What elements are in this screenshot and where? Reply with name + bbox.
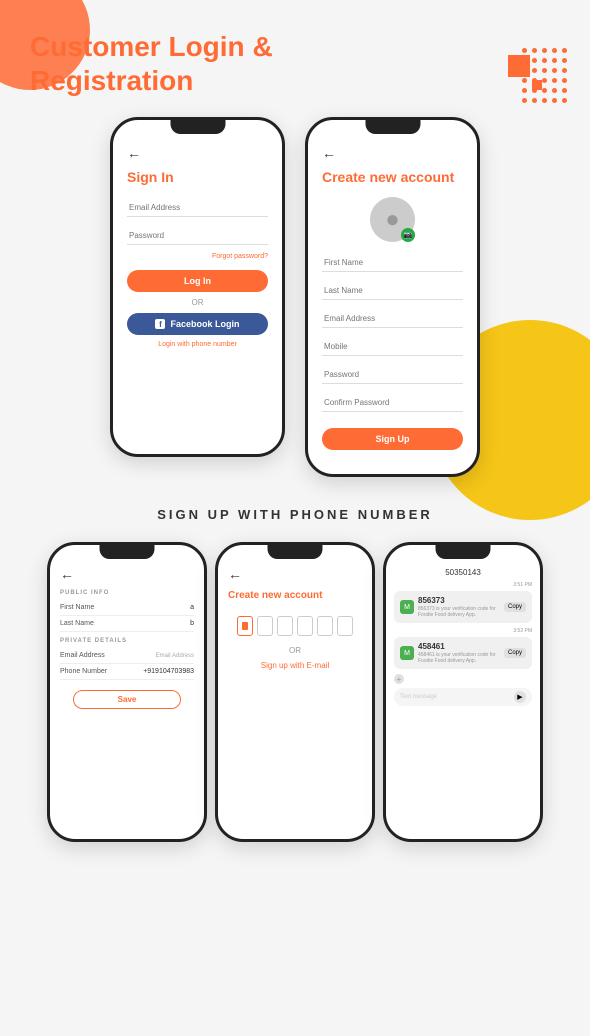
text-input-row[interactable]: Text message ▶ xyxy=(394,688,532,706)
user-icon: ● xyxy=(385,206,400,234)
firstname-label: First Name xyxy=(60,604,94,611)
phone-notch-2 xyxy=(365,120,420,134)
avatar[interactable]: ● 📷 xyxy=(370,197,415,242)
sms-code-2: 458461 xyxy=(418,642,500,651)
firstname-value: a xyxy=(190,604,194,611)
digit-box-5[interactable] xyxy=(317,616,333,636)
phone-signin: ← Sign In Forgot password? Log In OR f F… xyxy=(110,117,285,457)
sms-item-1: M 856373 856373 is your verification cod… xyxy=(394,591,532,623)
sms-code-container-2: 458461 458461 is your verification code … xyxy=(418,642,500,664)
sms-code-1: 856373 xyxy=(418,596,500,605)
email-label-4: Email Address xyxy=(60,652,105,659)
sms-phone-number: 50350143 xyxy=(394,568,532,577)
digit-box-3[interactable] xyxy=(277,616,293,636)
add-icon[interactable]: + xyxy=(394,674,404,684)
phones-row-2: ← PUBLIC INFO First Name a Last Name b P… xyxy=(0,537,590,847)
back-arrow-4[interactable]: ← xyxy=(60,566,194,582)
lastname-value: b xyxy=(190,620,194,627)
private-details-label: PRIVATE DETAILS xyxy=(60,638,194,644)
phone-notch-1 xyxy=(170,120,225,134)
form-row-phone: Phone Number +919104703983 xyxy=(60,664,194,680)
copy-button-2[interactable]: Copy xyxy=(504,648,526,658)
back-arrow-2[interactable]: ← xyxy=(322,145,463,161)
or-divider-1: OR xyxy=(127,298,268,307)
sms-desc-2: 458461 is your verification code for Foo… xyxy=(418,652,500,664)
phone-notch-6 xyxy=(436,545,491,559)
login-button[interactable]: Log In xyxy=(127,270,268,292)
firstname-input[interactable] xyxy=(322,254,463,272)
password-input[interactable] xyxy=(127,227,268,245)
back-arrow-1[interactable]: ← xyxy=(127,145,268,161)
signup-email-link[interactable]: Sign up with E-mail xyxy=(228,661,362,670)
sms-time-2: 3:52 PM xyxy=(394,628,532,634)
copy-button-1[interactable]: Copy xyxy=(504,602,526,612)
or-divider-5: OR xyxy=(228,646,362,655)
header: Customer Login & Registration xyxy=(0,0,590,107)
sms-desc-1: 856373 is your verification code for Foo… xyxy=(418,606,500,618)
email-input[interactable] xyxy=(127,199,268,217)
public-info-label: PUBLIC INFO xyxy=(60,590,194,596)
form-row-lastname: Last Name b xyxy=(60,616,194,632)
phone-digit-boxes xyxy=(228,616,362,636)
phone-login-link[interactable]: Login with phone number xyxy=(127,341,268,348)
section-label: SIGN UP WITH PHONE NUMBER xyxy=(0,487,590,537)
lastname-input[interactable] xyxy=(322,282,463,300)
camera-badge[interactable]: 📷 xyxy=(401,228,415,242)
save-button[interactable]: Save xyxy=(73,690,180,709)
password-register-input[interactable] xyxy=(322,366,463,384)
form-row-email: Email Address Email Address xyxy=(60,648,194,664)
confirm-password-input[interactable] xyxy=(322,394,463,412)
sms-add-row: + xyxy=(394,674,532,684)
phone-screen-5: ← Create new account OR Sign up with E-m… xyxy=(218,545,372,839)
phone-profile: ← PUBLIC INFO First Name a Last Name b P… xyxy=(47,542,207,842)
digit-box-2[interactable] xyxy=(257,616,273,636)
page-title: Customer Login & Registration xyxy=(30,30,290,97)
send-button[interactable]: ▶ xyxy=(514,691,526,703)
text-input-placeholder: Text message xyxy=(400,694,510,700)
phone-phone-signup: ← Create new account OR Sign up with E-m… xyxy=(215,542,375,842)
sms-item-2: M 458461 458461 is your verification cod… xyxy=(394,637,532,669)
sms-code-container-1: 856373 856373 is your verification code … xyxy=(418,596,500,618)
phone-sms: 50350143 3:51 PM M 856373 856373 is your… xyxy=(383,542,543,842)
email-placeholder-4: Email Address xyxy=(156,653,194,659)
digit-box-6[interactable] xyxy=(337,616,353,636)
form-row-firstname: First Name a xyxy=(60,600,194,616)
signin-title: Sign In xyxy=(127,169,268,185)
sms-app-icon-1: M xyxy=(400,600,414,614)
phone-notch-4 xyxy=(100,545,155,559)
facebook-login-button[interactable]: f Facebook Login xyxy=(127,313,268,335)
email-register-input[interactable] xyxy=(322,310,463,328)
lastname-label: Last Name xyxy=(60,620,94,627)
mobile-input[interactable] xyxy=(322,338,463,356)
phone-register: ← Create new account ● 📷 Sign Up xyxy=(305,117,480,477)
signup-button[interactable]: Sign Up xyxy=(322,428,463,450)
phones-row-1: ← Sign In Forgot password? Log In OR f F… xyxy=(0,107,590,487)
phone-screen-4: ← PUBLIC INFO First Name a Last Name b P… xyxy=(50,545,204,839)
phone-screen-1: ← Sign In Forgot password? Log In OR f F… xyxy=(113,120,282,454)
create-account-title-5: Create new account xyxy=(228,590,362,601)
back-arrow-5[interactable]: ← xyxy=(228,566,362,582)
avatar-container: ● 📷 xyxy=(322,197,463,242)
phone-label-4: Phone Number xyxy=(60,668,107,675)
digit-box-1[interactable] xyxy=(237,616,253,636)
sms-time-1: 3:51 PM xyxy=(394,582,532,588)
forgot-password-link[interactable]: Forgot password? xyxy=(127,253,268,260)
register-title: Create new account xyxy=(322,169,463,185)
facebook-icon: f xyxy=(155,319,165,329)
phone-screen-6: 50350143 3:51 PM M 856373 856373 is your… xyxy=(386,545,540,839)
sms-app-icon-2: M xyxy=(400,646,414,660)
phone-notch-5 xyxy=(268,545,323,559)
phone-value-4: +919104703983 xyxy=(143,668,194,675)
phone-screen-2: ← Create new account ● 📷 Sign Up xyxy=(308,120,477,474)
digit-box-4[interactable] xyxy=(297,616,313,636)
